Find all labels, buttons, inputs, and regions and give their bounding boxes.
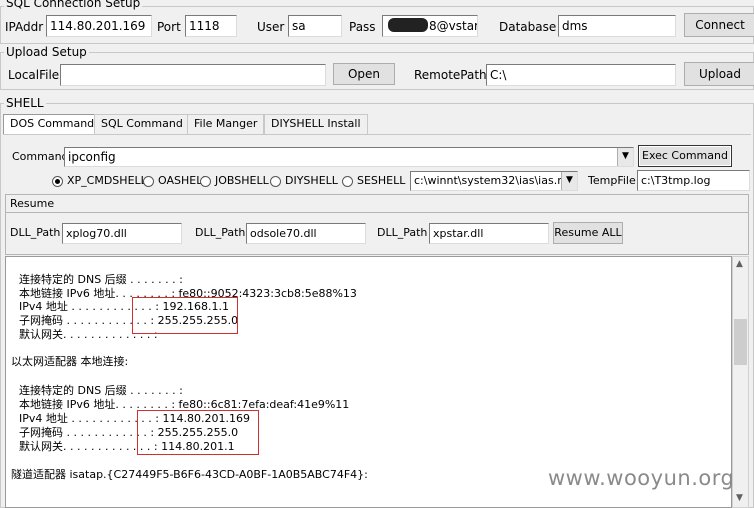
- resume-all-button[interactable]: Resume ALL: [553, 222, 623, 244]
- radio-diyshell-label: DIYSHELL: [285, 174, 338, 187]
- scroll-up-icon[interactable]: ▲: [736, 259, 743, 269]
- localfile-field[interactable]: [60, 64, 326, 86]
- radio-jobshell[interactable]: [200, 176, 211, 187]
- tab-sql-command[interactable]: SQL Command: [94, 114, 190, 134]
- exec-command-button[interactable]: Exec Command: [638, 145, 732, 167]
- tab-dos-command[interactable]: DOS Command: [3, 114, 102, 135]
- ipaddr-label: IPAddr: [5, 20, 44, 34]
- radio-xp-cmdshell-label: XP_CMDSHELL: [67, 174, 147, 187]
- upload-group-title: Upload Setup: [4, 45, 89, 59]
- mdb-path-combo[interactable]: c:\winnt\system32\ias\ias.mdb ▼: [410, 171, 578, 191]
- command-value: ipconfig: [68, 150, 116, 164]
- port-field[interactable]: 1118: [185, 15, 237, 37]
- tab-file-manger[interactable]: File Manger: [187, 114, 265, 134]
- dll-path-field-1[interactable]: xplog70.dll: [62, 223, 182, 244]
- port-label: Port: [157, 20, 181, 34]
- pass-value: 8@vstar: [429, 19, 478, 33]
- connect-button[interactable]: Connect: [684, 13, 754, 37]
- radio-oashell[interactable]: [143, 176, 154, 187]
- tab-diyshell-install[interactable]: DIYSHELL Install: [264, 114, 368, 134]
- radio-seshell-label: SESHELL: [357, 174, 406, 187]
- command-combo[interactable]: ipconfig ▼: [64, 147, 634, 167]
- output-scrollbar[interactable]: ▲ ▼: [732, 256, 749, 508]
- database-label: Database: [499, 20, 557, 34]
- radio-xp-cmdshell[interactable]: [52, 176, 63, 187]
- scroll-thumb[interactable]: [734, 319, 747, 365]
- remotepath-label: RemotePath: [414, 68, 487, 82]
- shell-group-title: SHELL: [4, 96, 46, 110]
- connection-group-title: SQL Connection Setup: [4, 0, 143, 10]
- dll-path-field-2[interactable]: odsole70.dll: [246, 223, 366, 244]
- database-field[interactable]: dms: [558, 15, 676, 37]
- resume-title: Resume: [10, 197, 55, 210]
- output-line: 隧道适配器 isatap.{C27449F5-B6F6-43CD-A0BF-1A…: [11, 468, 368, 481]
- dll-path-label-1: DLL_Path: [10, 226, 61, 239]
- chevron-down-icon[interactable]: ▼: [561, 172, 577, 190]
- radio-seshell[interactable]: [342, 176, 353, 187]
- command-label: Command: [12, 150, 69, 163]
- upload-button[interactable]: Upload: [684, 62, 754, 86]
- dll-path-field-3[interactable]: xpstar.dll: [429, 223, 549, 244]
- user-label: User: [257, 20, 285, 34]
- output-line: 以太网适配器 本地连接:: [11, 355, 129, 368]
- dll-path-label-3: DLL_Path: [377, 226, 428, 239]
- scroll-down-icon[interactable]: ▼: [736, 493, 743, 503]
- dll-path-label-2: DLL_Path: [195, 226, 246, 239]
- highlight-box: [137, 410, 259, 455]
- tab-panel-border: [3, 134, 751, 135]
- radio-diyshell[interactable]: [270, 176, 281, 187]
- ipaddr-field[interactable]: 114.80.201.169: [46, 15, 152, 37]
- watermark-text: www.wooyun.org: [548, 466, 735, 490]
- mdb-path-value: c:\winnt\system32\ias\ias.mdb: [414, 174, 578, 187]
- output-line: 连接特定的 DNS 后缀 . . . . . . . :: [19, 273, 183, 286]
- chevron-down-icon[interactable]: ▼: [617, 148, 633, 166]
- tempfile-field[interactable]: c:\T3tmp.log: [637, 170, 750, 191]
- resume-header: [5, 194, 749, 213]
- pass-label: Pass: [349, 20, 376, 34]
- highlight-box: [132, 297, 238, 334]
- tempfile-label: TempFile: [588, 174, 636, 187]
- open-button[interactable]: Open: [333, 63, 395, 85]
- redaction-mark: [388, 18, 428, 32]
- user-field[interactable]: sa: [288, 15, 342, 37]
- remotepath-field[interactable]: C:\: [486, 64, 676, 86]
- localfile-label: LocalFile: [8, 68, 60, 82]
- output-line: 连接特定的 DNS 后缀 . . . . . . . :: [19, 384, 183, 397]
- radio-jobshell-label: JOBSHELL: [215, 174, 269, 187]
